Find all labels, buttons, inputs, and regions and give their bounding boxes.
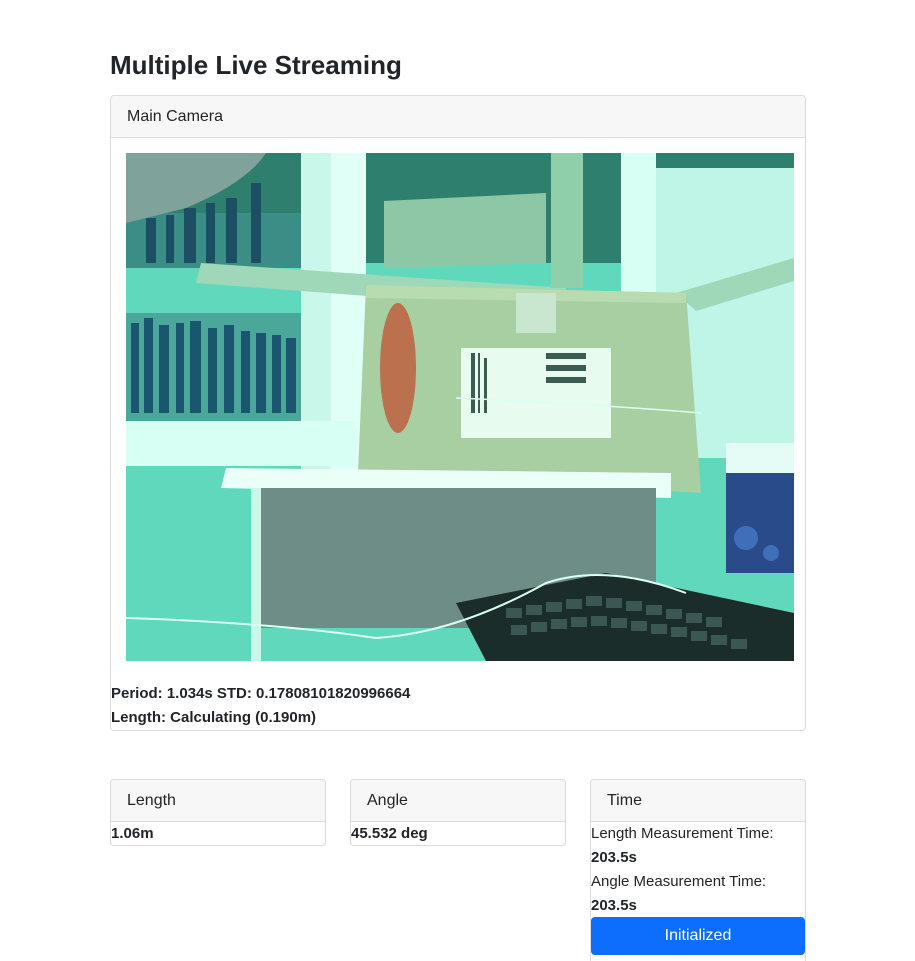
time-card-header: Time xyxy=(591,780,805,822)
length-card: Length 1.06m xyxy=(110,779,326,846)
period-text: Period: 1.034s STD: 0.17808101820996664 xyxy=(111,685,411,702)
time-card-body: Length Measurement Time: 203.5s Angle Me… xyxy=(591,822,805,918)
main-camera-card: Main Camera Period: 1.034s STD: 0.178081… xyxy=(110,95,806,731)
camera-stats: Period: 1.034s STD: 0.17808101820996664 … xyxy=(111,682,410,730)
angle-measurement-time-label: Angle Measurement Time: xyxy=(591,873,767,890)
length-value: 1.06m xyxy=(111,825,154,842)
page: Multiple Live Streaming Main Camera Peri… xyxy=(0,0,915,961)
initialized-button[interactable]: Initialized xyxy=(591,917,805,955)
length-measurement-time-label: Length Measurement Time: xyxy=(591,825,774,842)
angle-value: 45.532 deg xyxy=(351,825,428,842)
angle-card-header: Angle xyxy=(351,780,565,822)
angle-measurement-time-value: 203.5s xyxy=(591,897,637,914)
length-measurement-time-value: 203.5s xyxy=(591,849,637,866)
time-card: Time Length Measurement Time: 203.5s Ang… xyxy=(590,779,806,961)
length-card-header: Length xyxy=(111,780,325,822)
page-title: Multiple Live Streaming xyxy=(110,50,402,80)
camera-stream-image xyxy=(126,153,794,661)
main-camera-header: Main Camera xyxy=(111,96,805,138)
length-status-text: Length: Calculating (0.190m) xyxy=(111,709,317,726)
angle-card: Angle 45.532 deg xyxy=(350,779,566,846)
